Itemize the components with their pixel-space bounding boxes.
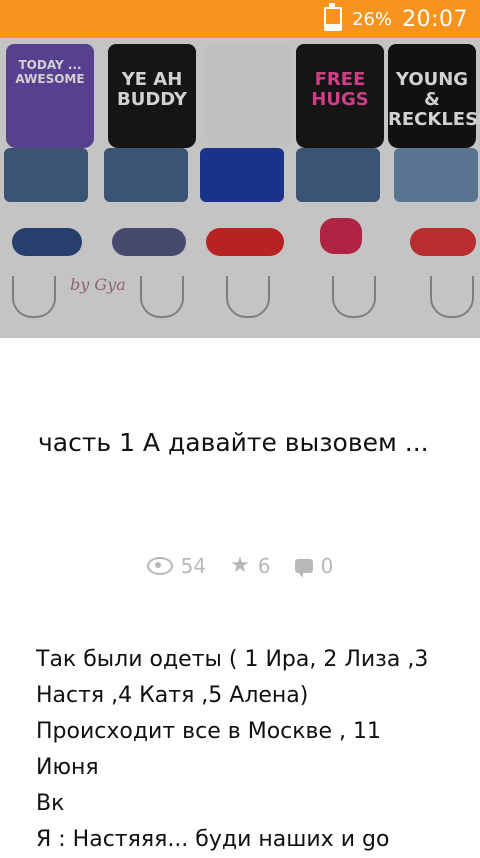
- comment-icon: [294, 559, 313, 578]
- eye-icon: [146, 557, 173, 575]
- comments-stat[interactable]: 0: [294, 554, 334, 578]
- article-cover-image[interactable]: TODAY ... AWESOME YE AH BUDDY FREE HUGS …: [0, 38, 480, 338]
- comments-count: 0: [320, 554, 334, 578]
- article-title: часть 1 А давайте вызовем ...: [38, 428, 429, 457]
- charging-bolt-icon: ⚡: [328, 12, 338, 26]
- image-dim-overlay: [0, 38, 480, 338]
- body-line: Вк: [36, 791, 65, 816]
- status-bar: ⚡ 26% 20:07: [0, 0, 480, 38]
- body-line: Происходит все в Москве , 11: [36, 719, 382, 744]
- likes-count: 6: [257, 554, 271, 578]
- status-right: ⚡ 26% 20:07: [324, 0, 468, 38]
- body-line: Настя ,4 Катя ,5 Алена): [36, 683, 309, 708]
- views-stat: 54: [146, 554, 207, 578]
- clock: 20:07: [402, 6, 468, 32]
- body-line: Так были одеты ( 1 Ира, 2 Лиза ,3: [36, 647, 429, 672]
- battery-icon: ⚡: [324, 3, 343, 31]
- article-body: Так были одеты ( 1 Ира, 2 Лиза ,3 Настя …: [36, 642, 446, 858]
- likes-stat[interactable]: ★ 6: [230, 554, 270, 578]
- body-line: Июня: [36, 755, 99, 780]
- body-line: Я : Настяяя... буди наших и go: [36, 827, 390, 852]
- article-stats: 54 ★ 6 0: [0, 554, 480, 578]
- views-count: 54: [180, 554, 207, 578]
- star-icon: ★: [230, 553, 250, 578]
- battery-percent: 26%: [352, 8, 393, 30]
